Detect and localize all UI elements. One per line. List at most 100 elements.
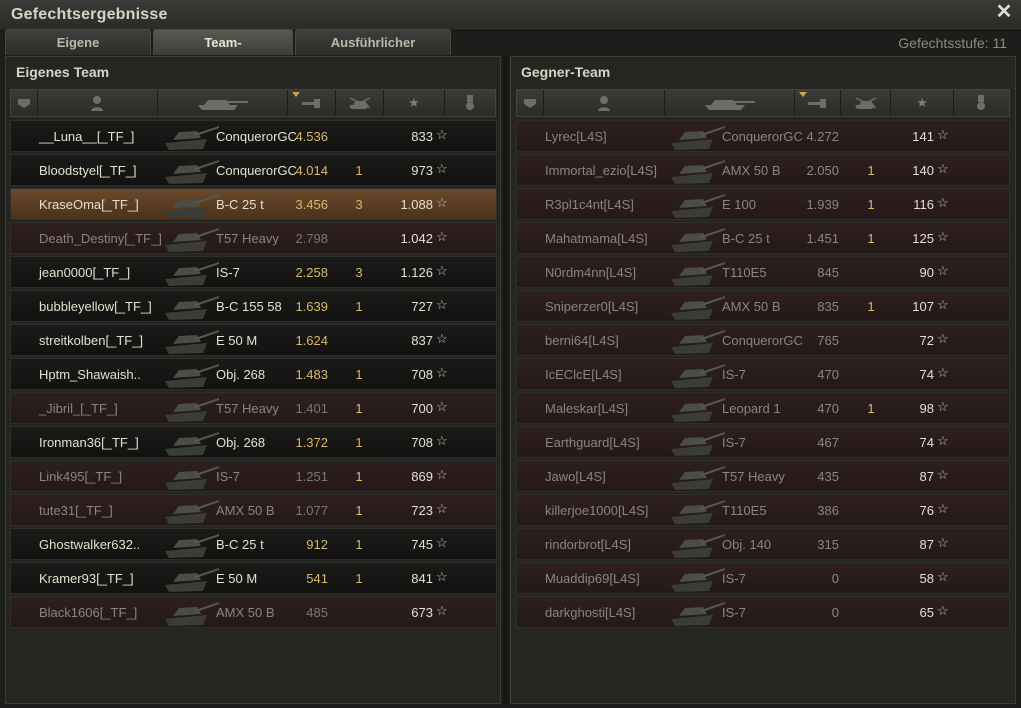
tank-name: IS-7 xyxy=(722,571,746,586)
table-row[interactable]: Muaddip69[L4S] IS-7 0 58 ☆ xyxy=(516,562,1010,594)
damage-value: 4.272 xyxy=(806,129,839,144)
table-row[interactable]: Immortal_ezio[L4S] AMX 50 B 2.050 1 140 ☆ xyxy=(516,154,1010,186)
tank-name: AMX 50 B xyxy=(722,299,781,314)
damage-value: 470 xyxy=(817,401,839,416)
table-row[interactable]: Sniperzer0[L4S] AMX 50 B 835 1 107 ☆ xyxy=(516,290,1010,322)
table-row[interactable]: darkghosti[L4S] IS-7 0 65 ☆ xyxy=(516,596,1010,628)
player-name: Kramer93[_TF_] xyxy=(39,571,134,586)
damage-value: 1.939 xyxy=(806,197,839,212)
table-row[interactable]: Mahatmama[L4S] B-C 25 t 1.451 1 125 ☆ xyxy=(516,222,1010,254)
table-row[interactable]: streitkolben[_TF_] E 50 M 1.624 837 ☆ xyxy=(10,324,497,356)
medal-icon[interactable] xyxy=(954,90,1009,116)
player-name: bubbleyellow[_TF_] xyxy=(39,299,152,314)
player-icon[interactable] xyxy=(38,90,159,116)
close-icon[interactable]: ✕ xyxy=(995,2,1013,22)
player-name: streitkolben[_TF_] xyxy=(39,333,144,348)
star-icon: ☆ xyxy=(436,569,448,584)
tank-thumbnail-icon xyxy=(667,599,727,627)
tank-thumbnail-icon xyxy=(667,157,727,185)
star-icon: ☆ xyxy=(937,195,949,210)
xp-value: 708 xyxy=(411,435,433,450)
damage-value: 845 xyxy=(817,265,839,280)
tank-thumbnail-icon xyxy=(667,327,727,355)
table-row[interactable]: Earthguard[L4S] IS-7 467 74 ☆ xyxy=(516,426,1010,458)
table-row[interactable]: _Jibril_[_TF_] T57 Heavy 1.401 1 700 ☆ xyxy=(10,392,497,424)
table-row[interactable]: tute31[_TF_] AMX 50 B 1.077 1 723 ☆ xyxy=(10,494,497,526)
xp-value: 973 xyxy=(411,163,433,178)
table-row[interactable]: Jawo[L4S] T57 Heavy 435 87 ☆ xyxy=(516,460,1010,492)
damage-value: 315 xyxy=(817,537,839,552)
xp-star-icon[interactable]: ★ xyxy=(384,90,445,116)
tab-team-auswertung[interactable]: Team-Auswertung xyxy=(153,29,293,76)
table-row[interactable]: jean0000[_TF_] IS-7 2.258 3 1.126 ☆ xyxy=(10,256,497,288)
xp-value: 87 xyxy=(919,469,934,484)
tank-thumbnail-icon xyxy=(667,293,727,321)
table-row[interactable]: rindorbrot[L4S] Obj. 140 315 87 ☆ xyxy=(516,528,1010,560)
medal-icon[interactable] xyxy=(445,90,495,116)
player-name: jean0000[_TF_] xyxy=(39,265,131,280)
tank-icon[interactable] xyxy=(665,90,795,116)
table-row[interactable]: Maleskar[L4S] Leopard 1 470 1 98 ☆ xyxy=(516,392,1010,424)
table-row[interactable]: Black1606[_TF_] AMX 50 B 485 673 ☆ xyxy=(10,596,497,628)
star-icon: ☆ xyxy=(937,569,949,584)
table-row[interactable]: Ghostwalker632.. B-C 25 t 912 1 745 ☆ xyxy=(10,528,497,560)
star-icon: ☆ xyxy=(937,161,949,176)
table-row[interactable]: berni64[L4S] ConquerorGC 765 72 ☆ xyxy=(516,324,1010,356)
xp-star-icon[interactable]: ★ xyxy=(891,90,954,116)
xp-value: 140 xyxy=(912,163,934,178)
damage-icon[interactable] xyxy=(795,90,842,116)
xp-value: 125 xyxy=(912,231,934,246)
table-row[interactable]: Hptm_Shawaish.. Obj. 268 1.483 1 708 ☆ xyxy=(10,358,497,390)
tank-thumbnail-icon xyxy=(161,293,221,321)
player-icon[interactable] xyxy=(544,90,666,116)
damage-value: 765 xyxy=(817,333,839,348)
damage-value: 386 xyxy=(817,503,839,518)
table-row[interactable]: Link495[_TF_] IS-7 1.251 1 869 ☆ xyxy=(10,460,497,492)
tank-thumbnail-icon xyxy=(667,565,727,593)
damage-icon[interactable] xyxy=(288,90,336,116)
table-row[interactable]: killerjoe1000[L4S] T110E5 386 76 ☆ xyxy=(516,494,1010,526)
squad-icon[interactable] xyxy=(11,90,38,116)
kills-icon[interactable] xyxy=(336,90,385,116)
player-name: R3pl1c4nt[L4S] xyxy=(545,197,634,212)
table-row[interactable]: Kramer93[_TF_] E 50 M 541 1 841 ☆ xyxy=(10,562,497,594)
damage-value: 1.451 xyxy=(806,231,839,246)
tank-thumbnail-icon xyxy=(161,463,221,491)
star-icon: ☆ xyxy=(937,535,949,550)
kills-icon[interactable] xyxy=(841,90,892,116)
star-icon: ☆ xyxy=(436,331,448,346)
tank-name: T110E5 xyxy=(722,265,767,280)
tab-ausfuehrlicher-bericht[interactable]: Ausführlicher Bericht xyxy=(295,29,451,76)
player-name: Immortal_ezio[L4S] xyxy=(545,163,657,178)
table-row[interactable]: R3pl1c4nt[L4S] E 100 1.939 1 116 ☆ xyxy=(516,188,1010,220)
table-row[interactable]: Ironman36[_TF_] Obj. 268 1.372 1 708 ☆ xyxy=(10,426,497,458)
star-icon: ☆ xyxy=(937,127,949,142)
own-team-header: ★ xyxy=(10,89,496,117)
tank-name: T110E5 xyxy=(722,503,767,518)
table-row[interactable]: __Luna__[_TF_] ConquerorGC 4.536 833 ☆ xyxy=(10,120,497,152)
table-row[interactable]: Lyrec[L4S] ConquerorGC 4.272 141 ☆ xyxy=(516,120,1010,152)
xp-value: 869 xyxy=(411,469,433,484)
table-row[interactable]: KraseOma[_TF_] B-C 25 t 3.456 3 1.088 ☆ xyxy=(10,188,497,220)
tank-icon[interactable] xyxy=(158,90,288,116)
star-icon: ☆ xyxy=(436,399,448,414)
xp-value: 1.042 xyxy=(400,231,433,246)
table-row[interactable]: Bloodstyel[_TF_] ConquerorGC 4.014 1 973 ☆ xyxy=(10,154,497,186)
player-name: killerjoe1000[L4S] xyxy=(545,503,649,518)
player-name: __Luna__[_TF_] xyxy=(39,129,135,144)
player-name: Ironman36[_TF_] xyxy=(39,435,139,450)
table-row[interactable]: N0rdm4nn[L4S] T110E5 845 90 ☆ xyxy=(516,256,1010,288)
tank-thumbnail-icon xyxy=(667,191,727,219)
star-icon: ☆ xyxy=(436,467,448,482)
own-team-list: __Luna__[_TF_] ConquerorGC 4.536 833 ☆ Bloods… xyxy=(10,120,497,630)
table-row[interactable]: IcEClcE[L4S] IS-7 470 74 ☆ xyxy=(516,358,1010,390)
tab-eigene-auswertung[interactable]: Eigene Auswertung xyxy=(5,29,151,76)
table-row[interactable]: Death_Destiny[_TF_] T57 Heavy 2.798 1.042 ☆ xyxy=(10,222,497,254)
tank-name: IS-7 xyxy=(216,265,240,280)
star-icon: ☆ xyxy=(436,229,448,244)
star-icon: ☆ xyxy=(436,535,448,550)
kills-value: 1 xyxy=(867,197,875,212)
player-name: Bloodstyel[_TF_] xyxy=(39,163,137,178)
squad-icon[interactable] xyxy=(517,90,544,116)
table-row[interactable]: bubbleyellow[_TF_] B-C 155 58 1.639 1 727 ☆ xyxy=(10,290,497,322)
